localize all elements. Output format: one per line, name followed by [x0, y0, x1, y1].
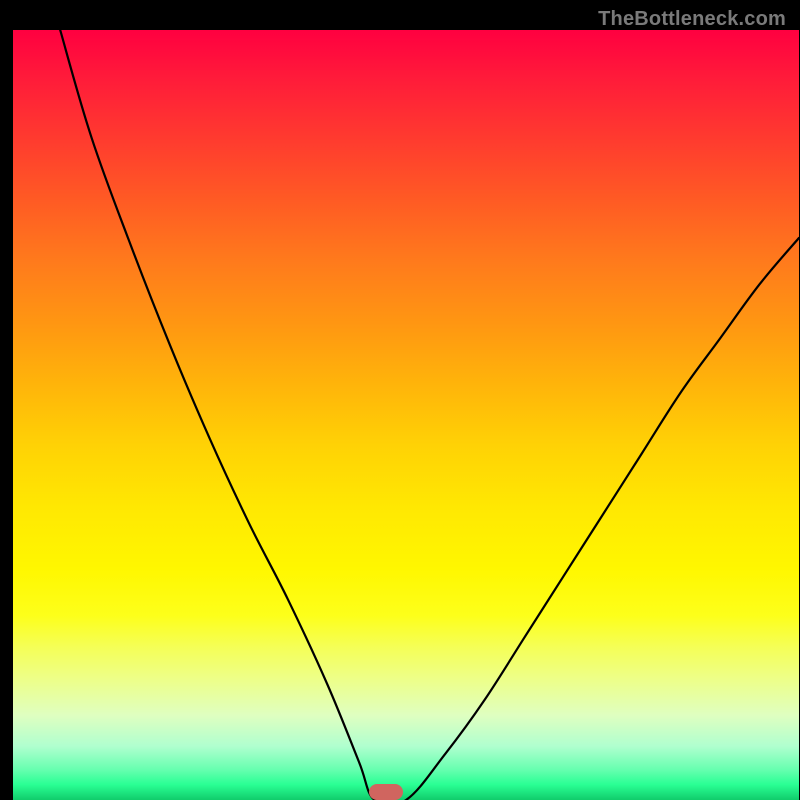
chart-frame: TheBottleneck.com [6, 6, 794, 794]
optimal-point-marker [369, 784, 403, 800]
curve-path [60, 30, 799, 800]
watermark-text: TheBottleneck.com [598, 8, 786, 31]
bottleneck-curve [13, 30, 799, 800]
plot-area [13, 30, 799, 800]
